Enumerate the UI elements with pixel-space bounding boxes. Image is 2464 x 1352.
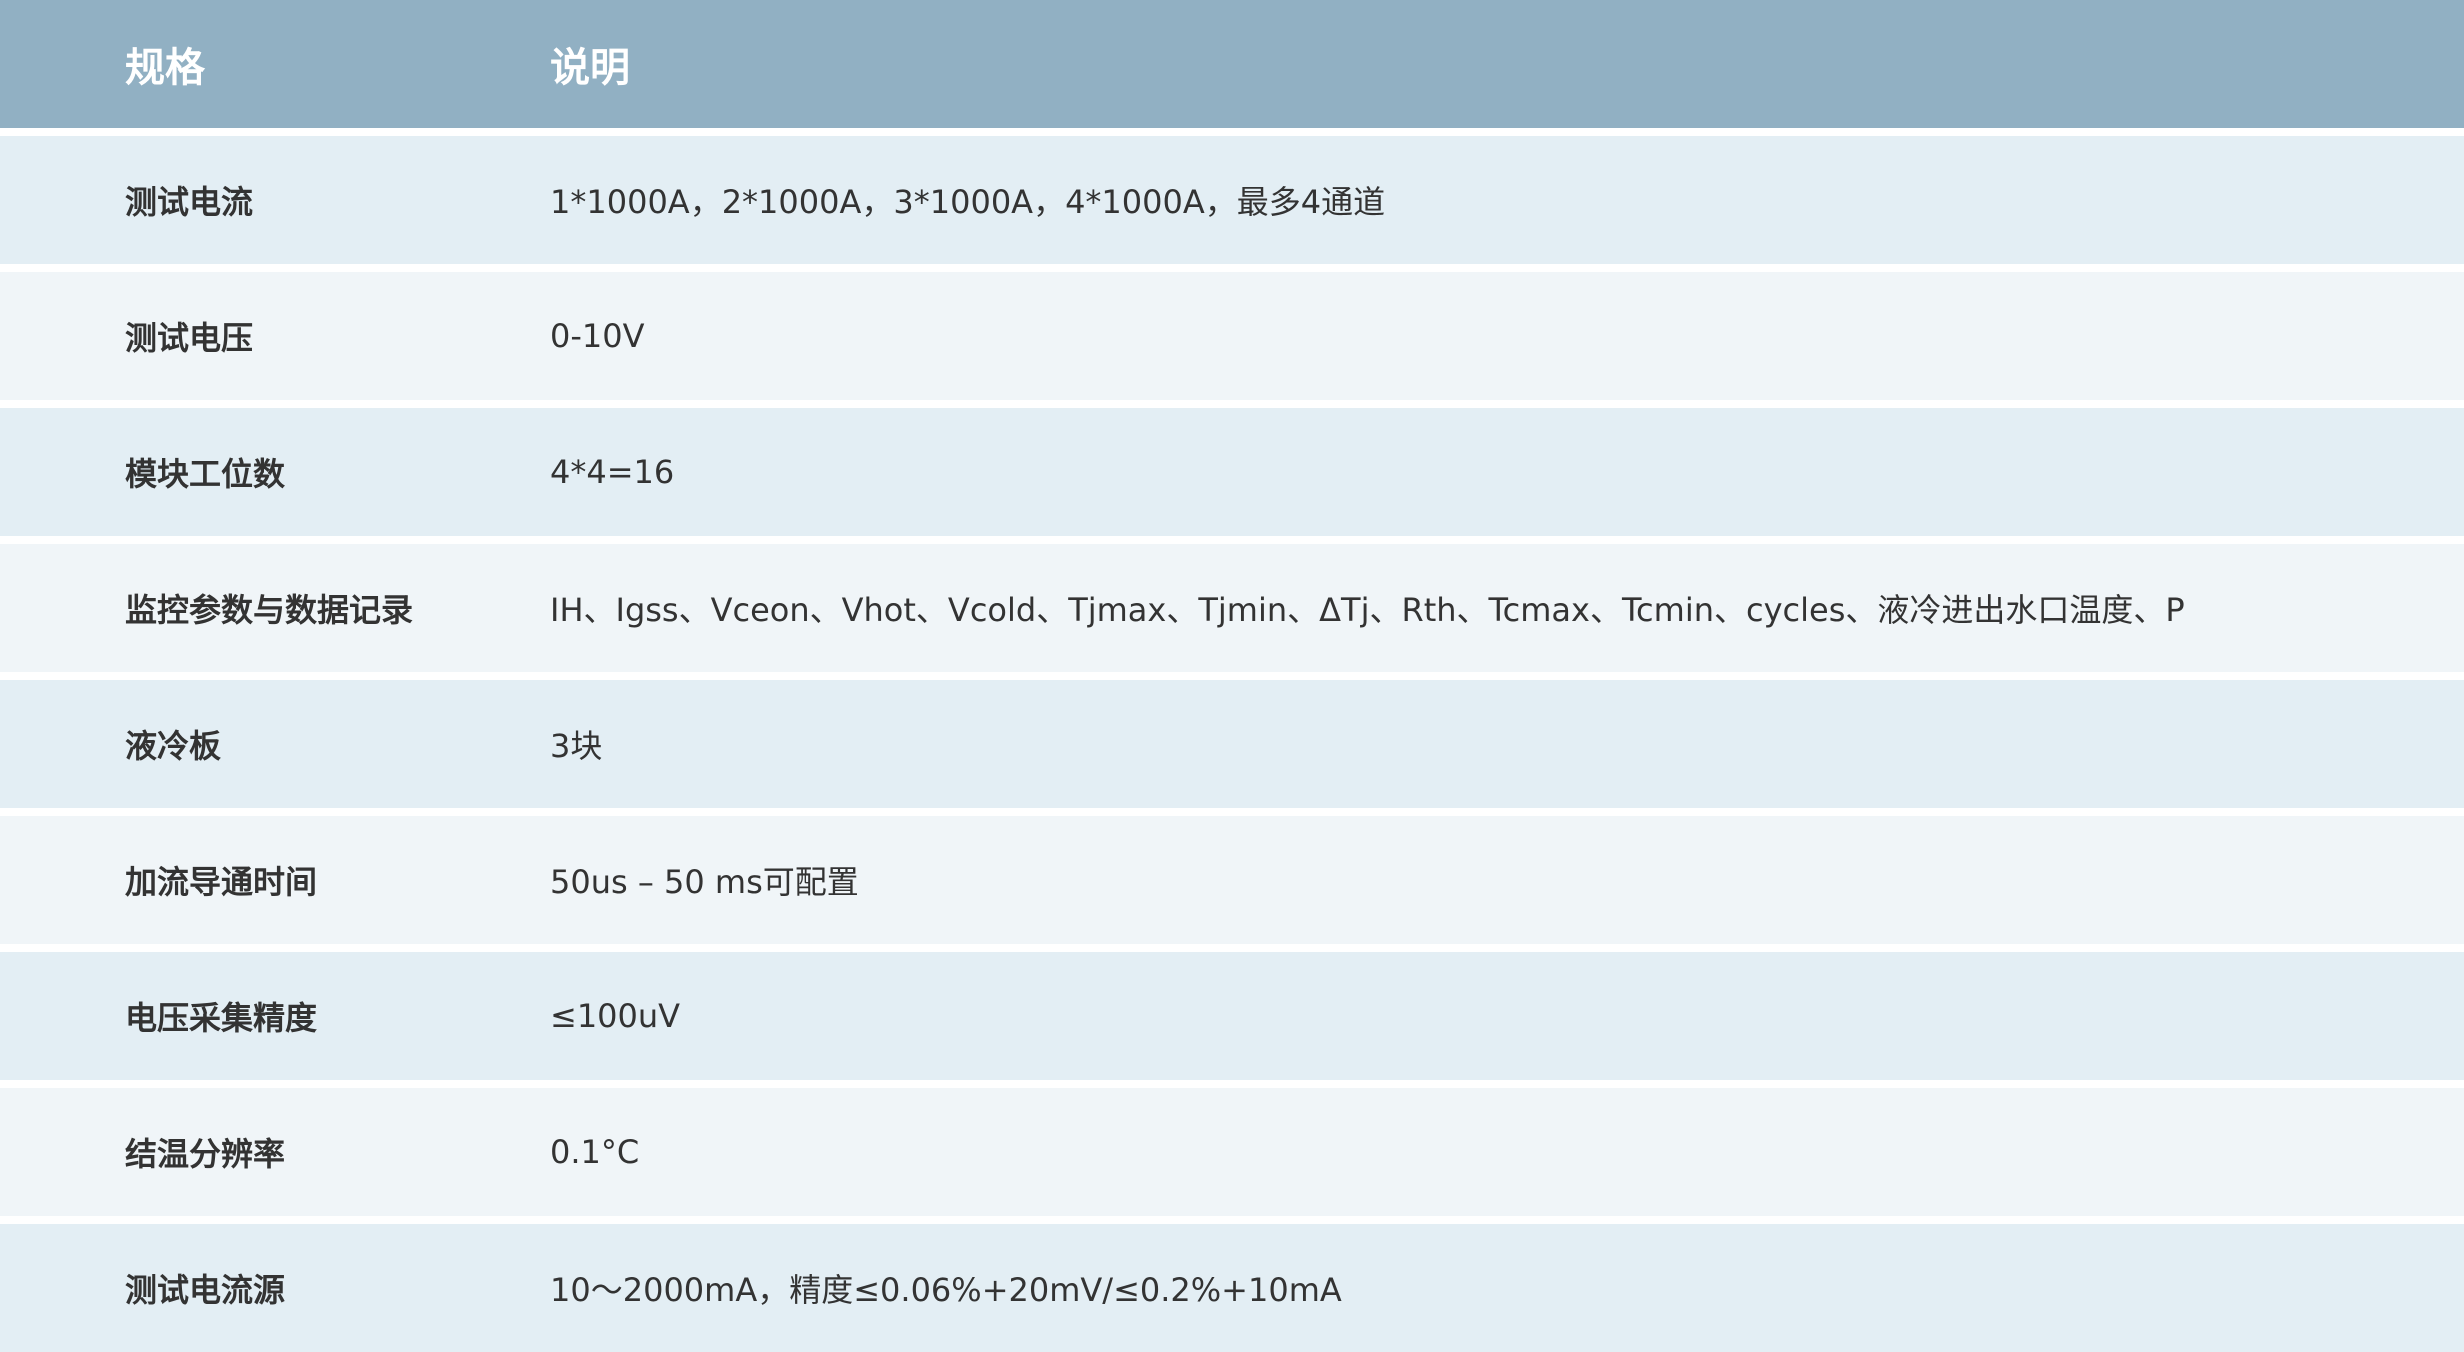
row-spec: 监控参数与数据记录 bbox=[125, 591, 414, 629]
table-row: 结温分辨率 0.1°C bbox=[0, 1088, 2464, 1216]
table-row: 加流导通时间 50us – 50 ms可配置 bbox=[0, 816, 2464, 944]
header-spec: 规格 bbox=[125, 45, 205, 91]
row-description: IH、Igss、Vceon、Vhot、Vcold、Tjmax、Tjmin、ΔTj… bbox=[550, 591, 2185, 629]
row-spec: 测试电流 bbox=[125, 183, 254, 221]
row-spec: 加流导通时间 bbox=[125, 863, 318, 901]
row-description: 1*1000A，2*1000A，3*1000A，4*1000A，最多4通道 bbox=[550, 183, 1386, 221]
row-description: ≤100uV bbox=[550, 997, 681, 1035]
row-description: 0.1°C bbox=[550, 1133, 640, 1171]
spec-table: 规格 说明 测试电流 1*1000A，2*1000A，3*1000A，4*100… bbox=[0, 0, 2464, 1352]
row-description: 0-10V bbox=[550, 317, 645, 355]
row-description: 4*4=16 bbox=[550, 453, 675, 491]
table-row: 测试电压 0-10V bbox=[0, 272, 2464, 400]
table-header: 规格 说明 bbox=[0, 0, 2464, 128]
row-spec: 模块工位数 bbox=[125, 455, 286, 493]
row-description: 3块 bbox=[550, 727, 603, 765]
header-description: 说明 bbox=[550, 45, 630, 91]
row-spec: 电压采集精度 bbox=[125, 999, 318, 1037]
table-row: 测试电流源 10～2000mA，精度≤0.06%+20mV/≤0.2%+10mA bbox=[0, 1224, 2464, 1352]
row-spec: 结温分辨率 bbox=[125, 1135, 286, 1173]
table-row: 电压采集精度 ≤100uV bbox=[0, 952, 2464, 1080]
table-row: 测试电流 1*1000A，2*1000A，3*1000A，4*1000A，最多4… bbox=[0, 136, 2464, 264]
row-description: 50us – 50 ms可配置 bbox=[550, 863, 859, 901]
table-row: 监控参数与数据记录 IH、Igss、Vceon、Vhot、Vcold、Tjmax… bbox=[0, 544, 2464, 672]
table-row: 模块工位数 4*4=16 bbox=[0, 408, 2464, 536]
row-spec: 测试电压 bbox=[125, 319, 254, 357]
row-spec: 测试电流源 bbox=[125, 1271, 286, 1309]
row-description: 10～2000mA，精度≤0.06%+20mV/≤0.2%+10mA bbox=[550, 1271, 1342, 1309]
row-spec: 液冷板 bbox=[125, 727, 222, 765]
table-row: 液冷板 3块 bbox=[0, 680, 2464, 808]
